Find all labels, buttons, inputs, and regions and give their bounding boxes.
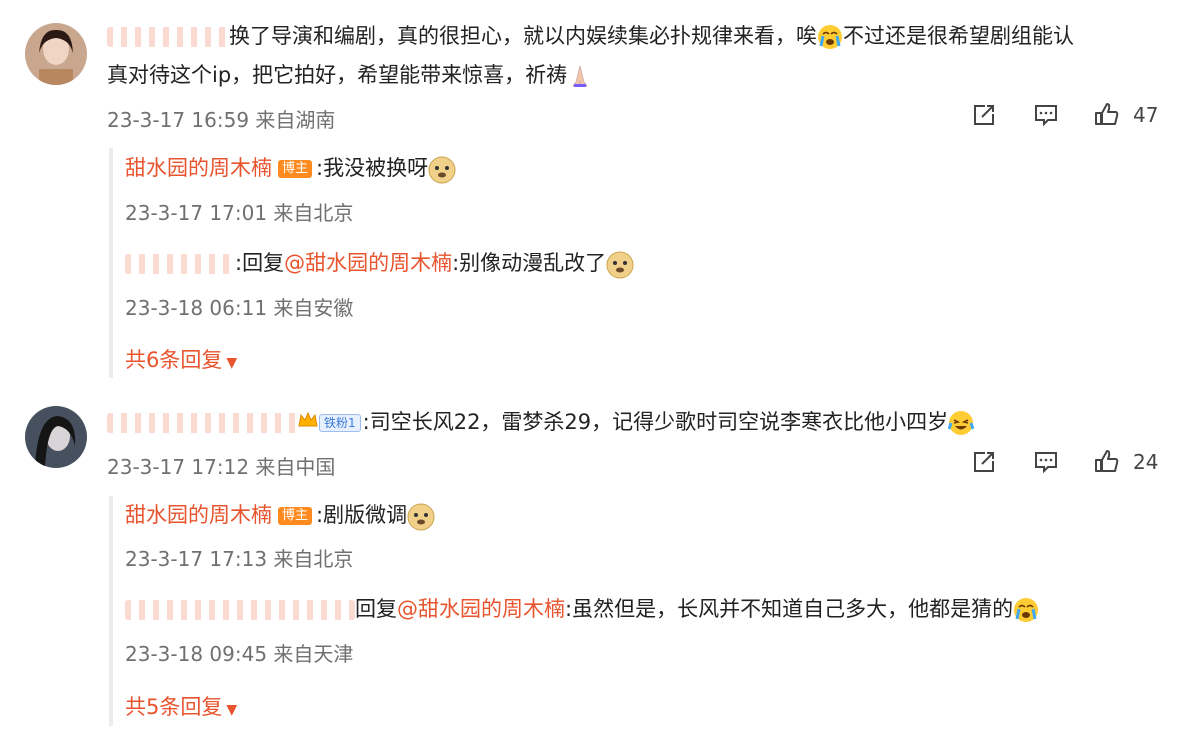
reply-item: 回复@甜水园的周木楠:虽然但是，长风并不知道自己多大，他都是猜的 — [125, 590, 1039, 628]
share-button[interactable] — [970, 101, 998, 129]
reply-meta: 23-3-17 17:13 来自北京 — [125, 547, 354, 571]
reply-item: :回复@甜水园的周木楠:别像动漫乱改了 — [125, 244, 634, 282]
reply-text: :剧版微调 — [316, 503, 408, 527]
fan-badge: 铁粉1 — [319, 414, 361, 432]
reply-thread-divider — [109, 148, 113, 378]
comment-meta: 23-3-17 17:12 来自中国 — [107, 455, 336, 479]
comment-text-line2: 真对待这个ip，把它拍好，希望能带来惊喜，祈祷 — [107, 56, 593, 94]
username-redacted[interactable] — [107, 413, 297, 433]
reply-meta: 23-3-18 06:11 来自安徽 — [125, 296, 354, 320]
crown-icon — [297, 404, 319, 442]
reply-meta: 23-3-18 09:45 来自天津 — [125, 642, 354, 666]
reply-meta: 23-3-17 17:01 来自北京 — [125, 201, 354, 225]
avatar[interactable] — [25, 406, 87, 468]
host-badge: 博主 — [278, 160, 313, 178]
mention-link[interactable]: @甜水园的周木楠 — [397, 597, 565, 621]
reply-item: 甜水园的周木楠 博主:我没被换呀 — [125, 149, 456, 187]
comment-icon — [1035, 105, 1057, 127]
reply-text: :我没被换呀 — [316, 156, 429, 180]
like-count: 24 — [1133, 450, 1159, 474]
crying-face-icon — [817, 24, 843, 50]
username-redacted[interactable] — [107, 27, 229, 47]
comment-text: 铁粉1:司空长风22，雷梦杀29，记得少歌时司空说李寒衣比他小四岁 — [107, 403, 975, 442]
laughing-crying-icon — [947, 410, 975, 436]
comment-button[interactable] — [1032, 448, 1060, 476]
reply-thread-divider — [109, 496, 113, 726]
crying-face-icon — [1013, 597, 1039, 623]
avatar[interactable] — [25, 23, 87, 85]
comment-button[interactable] — [1032, 101, 1060, 129]
caret-down-icon: ▼ — [226, 355, 238, 371]
doge-icon — [428, 156, 456, 184]
more-replies-link[interactable]: 共6条回复 ▼ — [125, 344, 237, 374]
caret-down-icon: ▼ — [226, 702, 238, 718]
comment-icon — [1035, 452, 1057, 474]
pray-hands-icon — [567, 63, 593, 89]
like-count: 47 — [1133, 103, 1159, 127]
comment-meta: 23-3-17 16:59 来自湖南 — [107, 108, 336, 132]
share-icon — [974, 452, 994, 472]
doge-icon — [407, 503, 435, 531]
reply-item: 甜水园的周木楠 博主:剧版微调 — [125, 496, 435, 534]
host-badge: 博主 — [278, 507, 313, 525]
username-redacted[interactable] — [125, 600, 355, 620]
share-button[interactable] — [970, 448, 998, 476]
like-icon — [1095, 450, 1119, 472]
like-icon — [1095, 103, 1119, 125]
share-icon — [974, 105, 994, 125]
reply-author[interactable]: 甜水园的周木楠 — [125, 503, 272, 527]
comment-text: 换了导演和编剧，真的很担心，就以内娱续集必扑规律来看，唉 不过还是很希望剧组能认 — [107, 17, 1074, 55]
like-button[interactable]: 47 — [1093, 101, 1158, 129]
doge-icon — [606, 251, 634, 279]
reply-author[interactable]: 甜水园的周木楠 — [125, 156, 272, 180]
more-replies-link[interactable]: 共5条回复 ▼ — [125, 691, 237, 721]
mention-link[interactable]: @甜水园的周木楠 — [284, 251, 452, 275]
like-button[interactable]: 24 — [1093, 448, 1158, 476]
username-redacted[interactable] — [125, 254, 235, 274]
